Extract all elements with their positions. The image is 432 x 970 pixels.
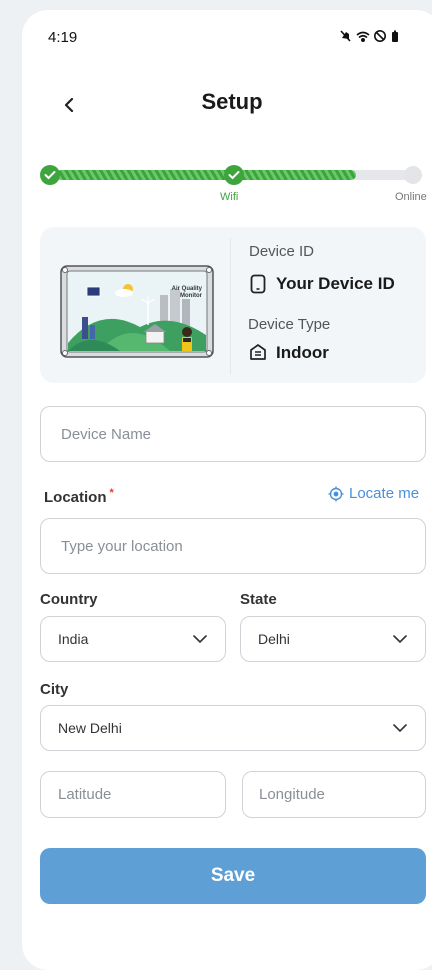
city-label: City [40,681,69,698]
card-divider [230,238,231,374]
step-label-wifi: Wifi [220,191,239,203]
phone-icon [250,274,266,299]
country-value: India [58,631,89,647]
step-3-pending [404,166,422,184]
country-label: Country [40,591,98,608]
location-input[interactable]: Type your location [40,518,426,574]
battery-icon [392,30,398,42]
longitude-input[interactable]: Longitude [242,771,426,818]
status-time: 4:19 [48,29,78,46]
wifi-icon [356,31,370,43]
device-id-value: Your Device ID [276,274,395,293]
device-name-placeholder: Device Name [61,425,152,443]
required-mark: * [109,487,114,499]
chevron-down-icon [393,724,407,732]
state-label: State [240,591,277,608]
save-label: Save [210,865,256,886]
device-type-value: Indoor [276,343,329,362]
device-image-label: Air Quality Monitor [171,286,202,299]
state-value: Delhi [258,631,290,647]
device-illustration: Air Quality Monitor [60,265,214,363]
location-label-text: Location [44,489,107,506]
mute-icon [340,30,351,42]
phone-screen: 4:19 Setup Wifi Online Air Quality Monit… [22,10,432,970]
step-1-complete [40,165,60,185]
chevron-down-icon [393,635,407,643]
city-select[interactable]: New Delhi [40,705,426,751]
page-title: Setup [201,89,263,114]
country-select[interactable]: India [40,616,226,662]
device-id-label: Device ID [249,243,315,260]
longitude-placeholder: Longitude [259,786,325,803]
step-2-complete [224,165,244,185]
city-value: New Delhi [58,720,122,736]
status-icons [340,29,412,46]
device-name-input[interactable]: Device Name [40,406,426,462]
location-label: Location * [44,487,114,506]
step-label-online: Online [395,191,427,203]
state-select[interactable]: Delhi [240,616,426,662]
locate-me-button[interactable]: Locate me [328,485,419,502]
check-icon [44,171,56,180]
crosshair-icon [328,486,344,501]
progress-fill [56,170,356,180]
locate-me-label: Locate me [349,485,420,502]
latitude-input[interactable]: Latitude [40,771,226,818]
save-button[interactable]: Save [40,848,426,904]
latitude-placeholder: Latitude [58,786,112,803]
location-placeholder: Type your location [61,537,183,555]
check-icon [228,171,240,180]
dnd-icon [373,30,386,42]
building-icon [249,343,267,366]
device-type-label: Device Type [248,316,331,333]
chevron-down-icon [193,635,207,643]
